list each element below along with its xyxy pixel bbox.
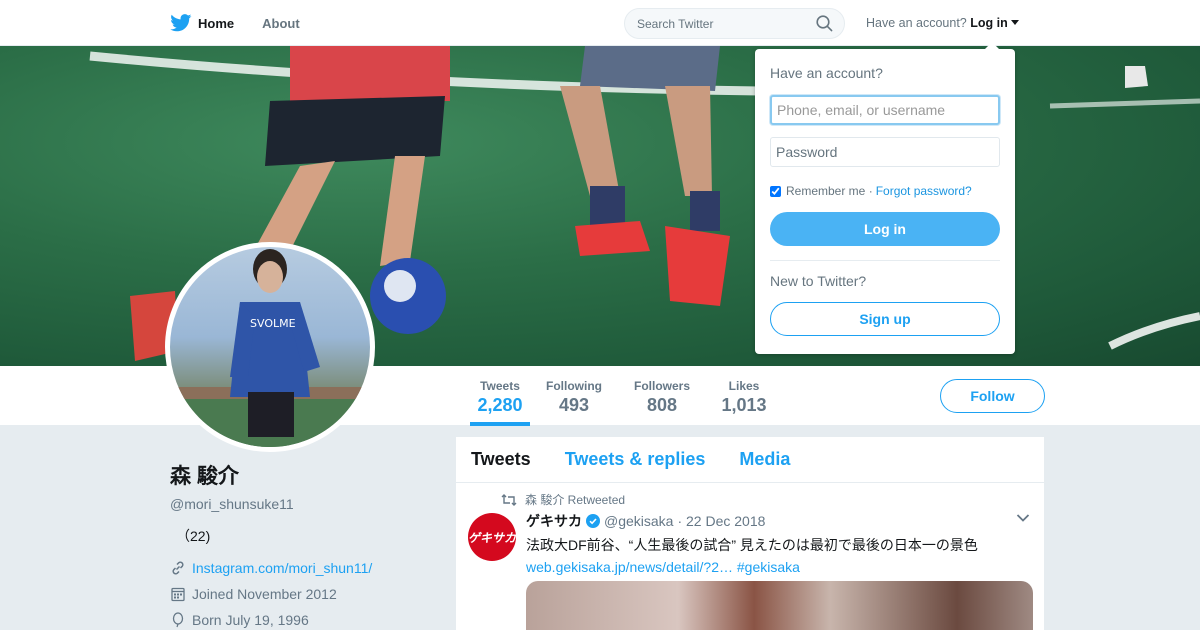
new-to-twitter-text: New to Twitter? <box>770 273 867 289</box>
stat-following-value: 493 <box>558 395 590 415</box>
login-dropdown-title: Have an account? <box>770 65 883 81</box>
nav-about-label: About <box>262 15 300 31</box>
caret-down-icon <box>1010 20 1019 25</box>
tweet-author-avatar[interactable]: ゲキサカ <box>468 513 516 561</box>
tab-tweets[interactable]: Tweets <box>471 449 531 470</box>
profile-sidebar: 森 駿介 @mori_shunsuke11 （22) Instagram.com… <box>170 460 430 628</box>
link-icon <box>172 561 184 575</box>
remember-row: Remember me · Forgot password? <box>770 184 1000 198</box>
avatar-photo: SVOLME <box>170 249 370 447</box>
login-dropdown: Have an account? Remember me · Forgot pa… <box>755 42 1015 354</box>
username-field[interactable] <box>770 95 1000 125</box>
stat-followers-value: 808 <box>646 395 678 415</box>
stat-followers[interactable]: Followers 808 <box>632 366 692 426</box>
remember-me-label: Remember me · <box>786 184 873 198</box>
nav-home-label: Home <box>198 15 235 31</box>
svg-text:SVOLME: SVOLME <box>250 317 296 330</box>
account-prompt: Have an account? Log in <box>866 16 1019 30</box>
tweet-item[interactable]: 森 駿介 Retweeted ゲキサカ ゲキサカ @gekisaka · 22 … <box>456 483 1044 575</box>
tweet-author-name[interactable]: ゲキサカ <box>526 511 582 531</box>
retweeted-by-text[interactable]: 森 駿介 Retweeted <box>525 491 625 508</box>
profile-joined: Joined November 2012 <box>170 586 430 602</box>
timeline-tabs: Tweets Tweets & replies Media <box>456 437 1044 483</box>
search-box <box>624 8 845 39</box>
website-link[interactable]: Instagram.com/mori_shun11/ <box>192 560 372 576</box>
stat-tweets-value: 2,280 <box>477 395 523 415</box>
tab-media[interactable]: Media <box>739 449 790 470</box>
tweet-link[interactable]: web.gekisaka.jp/news/detail/?2… #gekisak… <box>526 559 1032 575</box>
follow-button[interactable]: Follow <box>940 379 1045 413</box>
tab-tweets-replies[interactable]: Tweets & replies <box>565 449 706 470</box>
top-navigation: Home About Have an account? Log in <box>0 0 1200 46</box>
login-button[interactable]: Log in <box>770 212 1000 246</box>
profile-name: 森 駿介 <box>170 465 239 488</box>
nav-login-link[interactable]: Log in <box>970 16 1019 30</box>
tweet-author-handle[interactable]: @gekisaka <box>604 513 673 529</box>
password-field[interactable] <box>770 137 1000 167</box>
timeline: Tweets Tweets & replies Media 森 駿介 Retwe… <box>456 437 1044 630</box>
born-text: Born July 19, 1996 <box>192 612 309 628</box>
remember-me-checkbox[interactable] <box>770 185 781 197</box>
stat-likes[interactable]: Likes 1,013 <box>714 366 774 426</box>
stat-followers-label: Followers <box>633 379 690 393</box>
stat-likes-value: 1,013 <box>721 395 767 415</box>
profile-birthday: Born July 19, 1996 <box>170 612 430 628</box>
nav-home-link[interactable]: Home <box>170 14 234 32</box>
profile-website: Instagram.com/mori_shun11/ <box>170 560 430 576</box>
calendar-icon <box>171 587 185 602</box>
tweet-header: ゲキサカ @gekisaka · 22 Dec 2018 <box>526 511 1032 531</box>
search-icon[interactable] <box>816 15 833 32</box>
dropdown-divider <box>770 260 1000 261</box>
chevron-down-icon[interactable] <box>1016 513 1030 523</box>
forgot-password-link[interactable]: Forgot password? <box>876 184 972 198</box>
retweet-icon <box>501 493 517 506</box>
have-account-text: Have an account? <box>866 16 967 30</box>
nav-links: Home About <box>170 0 328 46</box>
tweet-date[interactable]: · 22 Dec 2018 <box>677 513 765 529</box>
balloon-icon <box>172 612 184 628</box>
search-input[interactable] <box>625 9 805 38</box>
retweet-context: 森 駿介 Retweeted <box>501 491 1032 508</box>
stat-following-label: Following <box>546 379 602 393</box>
nav-about-link[interactable]: About <box>262 16 300 31</box>
signup-button[interactable]: Sign up <box>770 302 1000 336</box>
stat-following[interactable]: Following 493 <box>544 366 604 426</box>
profile-bio: （22) <box>176 528 211 544</box>
tweet-text: 法政大DF前谷、“人生最後の試合” 見えたのは最初で最後の日本一の景色 <box>526 537 978 553</box>
joined-text: Joined November 2012 <box>192 586 337 602</box>
stat-tweets[interactable]: Tweets 2,280 <box>470 366 530 426</box>
twitter-bird-icon <box>170 14 192 32</box>
profile-avatar[interactable]: SVOLME <box>165 242 375 452</box>
verified-badge-icon <box>586 514 600 528</box>
stat-likes-label: Likes <box>728 379 760 393</box>
profile-handle[interactable]: @mori_shunsuke11 <box>170 496 430 512</box>
tweet-media-image[interactable] <box>526 581 1033 630</box>
nav-login-label: Log in <box>970 16 1008 30</box>
stat-tweets-label: Tweets <box>480 379 520 393</box>
